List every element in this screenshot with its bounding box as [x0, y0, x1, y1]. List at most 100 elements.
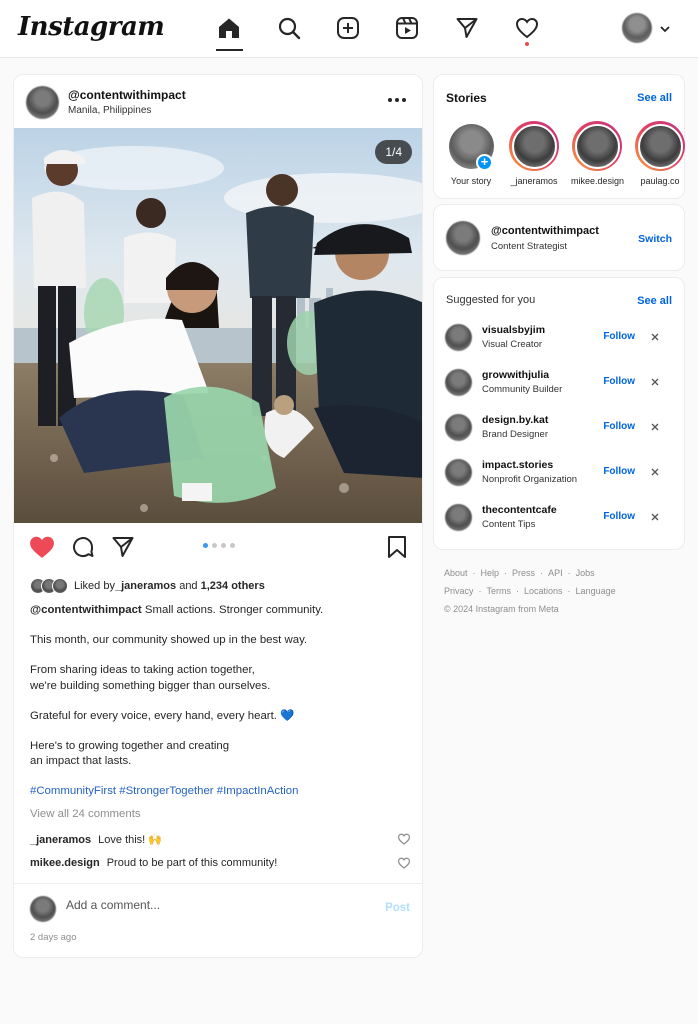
add-story-icon[interactable]: +	[476, 154, 493, 171]
suggested-username[interactable]: visualsbyjim	[482, 324, 545, 336]
comment-username[interactable]: _janeramos	[30, 834, 91, 846]
story-item[interactable]: paulag.co	[634, 121, 686, 186]
close-icon[interactable]	[649, 421, 661, 433]
suggested-title: Suggested for you	[446, 294, 536, 306]
comment-row: mikee.design Proud to be part of this com…	[30, 857, 410, 869]
comment-row: _janeramos Love this! 🙌	[30, 833, 410, 846]
home-icon[interactable]	[215, 14, 243, 42]
heart-icon[interactable]	[513, 14, 541, 42]
suggested-user-subtitle: Content Tips	[482, 519, 536, 530]
photo-illustration	[14, 128, 422, 523]
footer-link-about[interactable]: About	[444, 568, 468, 578]
suggested-username[interactable]: thecontentcafe	[482, 504, 557, 516]
add-comment-input[interactable]	[66, 898, 366, 912]
direct-icon[interactable]	[453, 14, 481, 42]
suggested-user-row: impact.stories Nonprofit Organization Fo…	[445, 457, 675, 489]
comment-like-icon[interactable]	[398, 857, 410, 869]
story-avatar	[637, 123, 683, 169]
caption-line-1: Small actions. Stronger community.	[141, 604, 324, 616]
comment-icon[interactable]	[69, 533, 97, 561]
post-photo[interactable]: 1/4	[14, 128, 422, 523]
suggested-username[interactable]: impact.stories	[482, 459, 553, 471]
post-timestamp: 2 days ago	[30, 932, 77, 943]
follow-button[interactable]: Follow	[603, 376, 635, 387]
view-all-comments[interactable]: View all 24 comments	[30, 808, 141, 820]
comment-text: Proud to be part of this community!	[106, 857, 278, 869]
suggested-user-avatar[interactable]	[445, 414, 472, 441]
post-author-username[interactable]: @contentwithimpact	[68, 88, 186, 102]
like-heart-icon[interactable]	[28, 533, 56, 561]
caption-paragraph-2: This month, our community showed up in t…	[30, 634, 308, 646]
footer-link-terms[interactable]: Terms	[487, 586, 512, 596]
image-counter: 1/4	[375, 140, 412, 164]
close-icon[interactable]	[649, 511, 661, 523]
account-username[interactable]: @contentwithimpact	[491, 225, 599, 237]
reels-icon[interactable]	[393, 14, 421, 42]
account-avatar[interactable]	[446, 221, 480, 255]
follow-button[interactable]: Follow	[603, 421, 635, 432]
suggested-user-avatar[interactable]	[445, 324, 472, 351]
post-header: @contentwithimpact Manila, Philippines	[14, 75, 422, 128]
carousel-dot[interactable]	[230, 543, 235, 548]
suggested-user-avatar[interactable]	[445, 369, 472, 396]
caption-paragraph-5: Here's to growing together and creating …	[30, 739, 230, 768]
suggested-see-all-link[interactable]: See all	[637, 295, 672, 307]
likes-summary[interactable]: Liked by _janeramos and 1,234 others	[30, 578, 265, 594]
suggested-user-subtitle: Nonprofit Organization	[482, 474, 578, 485]
footer-link-help[interactable]: Help	[481, 568, 500, 578]
post-author-avatar[interactable]	[26, 86, 59, 119]
carousel-dots	[203, 543, 235, 548]
search-icon[interactable]	[275, 14, 303, 42]
suggested-user-row: growwithjulia Community Builder Follow	[445, 367, 675, 399]
footer-link-locations[interactable]: Locations	[524, 586, 563, 596]
feed-post: @contentwithimpact Manila, Philippines 1…	[13, 74, 423, 958]
footer-link-language[interactable]: Language	[576, 586, 616, 596]
caption-username[interactable]: @contentwithimpact	[30, 604, 142, 616]
carousel-dot[interactable]	[212, 543, 217, 548]
story-item-own[interactable]: + Your story	[445, 121, 497, 186]
follow-button[interactable]: Follow	[603, 331, 635, 342]
commenter-avatar	[30, 896, 56, 922]
close-icon[interactable]	[649, 466, 661, 478]
comment-like-icon[interactable]	[398, 833, 410, 845]
story-avatar	[574, 123, 620, 169]
footer-link-jobs[interactable]: Jobs	[576, 568, 595, 578]
follow-button[interactable]: Follow	[603, 511, 635, 522]
suggested-user-avatar[interactable]	[445, 459, 472, 486]
bookmark-icon[interactable]	[383, 533, 411, 561]
suggested-panel: Suggested for you See all visualsbyjim V…	[433, 277, 685, 550]
create-icon[interactable]	[334, 14, 362, 42]
add-comment-bar: Post	[14, 883, 422, 935]
switch-account-button[interactable]: Switch	[638, 233, 672, 245]
caption-hashtags[interactable]: #CommunityFirst #StrongerTogether #Impac…	[30, 785, 298, 797]
story-name: paulag.co	[640, 176, 680, 186]
suggested-username[interactable]: growwithjulia	[482, 369, 549, 381]
footer-copyright: © 2024 Instagram from Meta	[444, 604, 559, 614]
footer-link-api[interactable]: API	[548, 568, 563, 578]
close-icon[interactable]	[649, 331, 661, 343]
story-item[interactable]: _janeramos	[508, 121, 560, 186]
share-icon[interactable]	[109, 533, 137, 561]
comment-username[interactable]: mikee.design	[30, 857, 100, 869]
post-location[interactable]: Manila, Philippines	[68, 105, 151, 116]
instagram-logo[interactable]: Instagram	[18, 12, 165, 42]
footer-link-privacy[interactable]: Privacy	[444, 586, 474, 596]
stories-panel: Stories See all + Your story _janeramos …	[433, 74, 685, 199]
liked-by-connector: and	[176, 580, 201, 592]
follow-button[interactable]: Follow	[603, 466, 635, 477]
more-options-icon[interactable]	[388, 93, 410, 107]
liked-by-others[interactable]: 1,234 others	[201, 580, 265, 592]
carousel-dot[interactable]	[203, 543, 208, 548]
story-item[interactable]: mikee.design	[571, 121, 625, 186]
post-comment-button[interactable]: Post	[385, 902, 410, 914]
suggested-user-avatar[interactable]	[445, 504, 472, 531]
story-name: mikee.design	[571, 176, 625, 186]
liked-by-user[interactable]: _janeramos	[115, 580, 176, 592]
profile-avatar[interactable]	[622, 13, 652, 43]
footer-link-press[interactable]: Press	[512, 568, 535, 578]
close-icon[interactable]	[649, 376, 661, 388]
carousel-dot[interactable]	[221, 543, 226, 548]
stories-see-all-link[interactable]: See all	[637, 92, 672, 104]
suggested-username[interactable]: design.by.kat	[482, 414, 548, 426]
chevron-down-icon[interactable]	[659, 23, 671, 35]
